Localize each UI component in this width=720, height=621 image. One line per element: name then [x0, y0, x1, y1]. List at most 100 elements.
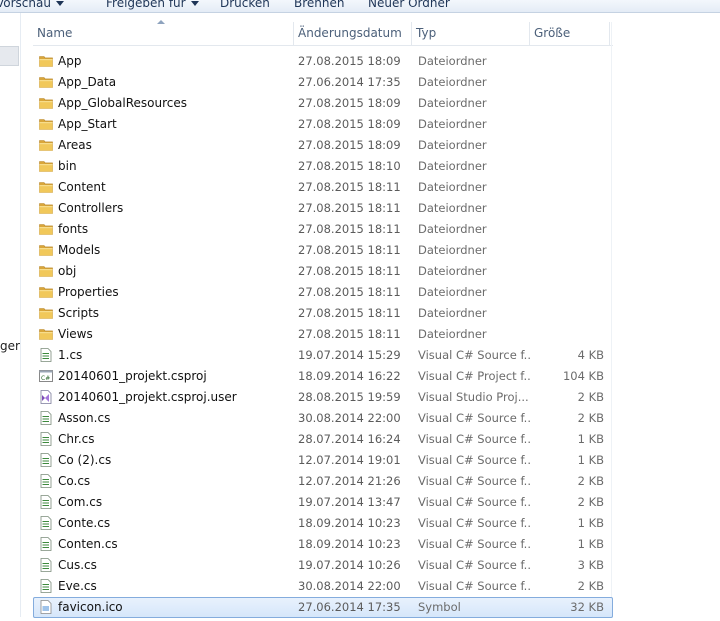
file-date: 27.08.2015 18:11: [298, 180, 401, 194]
file-row[interactable]: Content 27.08.2015 18:11 Dateiordner: [33, 177, 613, 198]
file-date: 27.08.2015 18:09: [298, 96, 401, 110]
file-size: 2 KB: [577, 579, 604, 593]
cs-file-icon: [39, 579, 53, 593]
csproj-file-icon: C#: [39, 369, 53, 383]
file-type: Dateiordner: [418, 264, 487, 278]
file-date: 19.07.2014 15:29: [298, 348, 401, 362]
file-row[interactable]: Scripts 27.08.2015 18:11 Dateiordner: [33, 303, 613, 324]
file-date: 28.07.2014 16:24: [298, 432, 401, 446]
file-row[interactable]: Conten.cs 18.09.2014 10:23 Visual C# Sourc…: [33, 534, 613, 555]
file-row[interactable]: App_Data 27.06.2014 17:35 Dateiordner: [33, 72, 613, 93]
file-row[interactable]: App 27.08.2015 18:09 Dateiordner: [33, 51, 613, 72]
file-size: 2 KB: [577, 495, 604, 509]
nav-selected-item[interactable]: [0, 46, 19, 66]
column-date[interactable]: Änderungsdatum: [294, 22, 412, 45]
file-date: 27.08.2015 18:11: [298, 264, 401, 278]
cs-file-icon: [39, 537, 53, 551]
file-name: bin: [58, 159, 77, 173]
file-date: 27.08.2015 18:11: [298, 306, 401, 320]
file-date: 27.08.2015 18:09: [298, 117, 401, 131]
file-name: Conte.cs: [58, 516, 111, 530]
file-type: Visual C# Source f...: [418, 579, 530, 593]
share-button[interactable]: Freigeben für: [106, 0, 199, 11]
file-row[interactable]: 1.cs 19.07.2014 15:29 Visual C# Source f..…: [33, 345, 613, 366]
file-date: 27.08.2015 18:11: [298, 243, 401, 257]
file-size: 104 KB: [562, 369, 604, 383]
file-row[interactable]: App_GlobalResources 27.08.2015 18:09 Datei…: [33, 93, 613, 114]
file-date: 28.08.2015 19:59: [298, 390, 401, 404]
file-type: Dateiordner: [418, 285, 487, 299]
column-size[interactable]: Größe: [530, 22, 610, 45]
file-row[interactable]: Co (2).cs 12.07.2014 19:01 Visual C# Sourc…: [33, 450, 613, 471]
file-type: Dateiordner: [418, 222, 487, 236]
file-type: Visual C# Source f...: [418, 495, 530, 509]
file-row[interactable]: Com.cs 19.07.2014 13:47 Visual C# Source f…: [33, 492, 613, 513]
file-size: 2 KB: [577, 474, 604, 488]
file-row[interactable]: Chr.cs 28.07.2014 16:24 Visual C# Source f…: [33, 429, 613, 450]
folder-icon: [39, 180, 53, 194]
file-name: 20140601_projekt.csproj.user: [58, 390, 237, 404]
file-date: 30.08.2014 22:00: [298, 411, 401, 425]
file-date: 27.08.2015 18:09: [298, 54, 401, 68]
column-type[interactable]: Typ: [412, 22, 530, 45]
command-bar: Vorschau Freigeben für Drucken Brennen N…: [0, 0, 720, 13]
file-row[interactable]: Asson.cs 30.08.2014 22:00 Visual C# Source…: [33, 408, 613, 429]
cs-file-icon: [39, 516, 53, 530]
folder-icon: [39, 222, 53, 236]
file-row[interactable]: favicon.ico 27.06.2014 17:35 Symbol 32 KB: [33, 597, 613, 618]
file-row[interactable]: C# 20140601_projekt.csproj 18.09.2014 16:2…: [33, 366, 613, 387]
file-row[interactable]: App_Start 27.08.2015 18:09 Dateiordner: [33, 114, 613, 135]
file-type: Dateiordner: [418, 327, 487, 341]
file-type: Visual C# Source f...: [418, 516, 530, 530]
preview-button[interactable]: Vorschau: [0, 0, 64, 11]
file-type: Visual C# Source f...: [418, 453, 530, 467]
file-name: App: [58, 54, 82, 68]
file-row[interactable]: fonts 27.08.2015 18:11 Dateiordner: [33, 219, 613, 240]
folder-icon: [39, 75, 53, 89]
print-button[interactable]: Drucken: [220, 0, 270, 11]
file-type: Visual C# Source f...: [418, 558, 530, 572]
file-type: Dateiordner: [418, 180, 487, 194]
file-row[interactable]: Models 27.08.2015 18:11 Dateiordner: [33, 240, 613, 261]
file-row[interactable]: obj 27.08.2015 18:11 Dateiordner: [33, 261, 613, 282]
file-name: fonts: [58, 222, 89, 236]
burn-button[interactable]: Brennen: [294, 0, 344, 11]
file-date: 19.07.2014 13:47: [298, 495, 401, 509]
column-name[interactable]: Name: [33, 22, 294, 45]
chevron-down-icon: [55, 1, 64, 6]
column-header: Name Änderungsdatum Typ Größe: [33, 20, 613, 46]
file-row[interactable]: bin 27.08.2015 18:10 Dateiordner: [33, 156, 613, 177]
file-size: 1 KB: [577, 516, 604, 530]
file-row[interactable]: Co.cs 12.07.2014 21:26 Visual C# Source f.…: [33, 471, 613, 492]
file-name: Models: [58, 243, 101, 257]
file-row[interactable]: Areas 27.08.2015 18:09 Dateiordner: [33, 135, 613, 156]
file-type: Visual Studio Proj...: [418, 390, 529, 404]
file-row[interactable]: Conte.cs 18.09.2014 10:23 Visual C# Source…: [33, 513, 613, 534]
file-type: Dateiordner: [418, 75, 487, 89]
file-size: 2 KB: [577, 411, 604, 425]
file-row[interactable]: Properties 27.08.2015 18:11 Dateiordner: [33, 282, 613, 303]
file-date: 19.07.2014 10:26: [298, 558, 401, 572]
file-date: 18.09.2014 10:23: [298, 537, 401, 551]
folder-icon: [39, 54, 53, 68]
navigation-pane: ger: [0, 13, 21, 617]
file-row[interactable]: Cus.cs 19.07.2014 10:26 Visual C# Source f…: [33, 555, 613, 576]
file-row[interactable]: Controllers 27.08.2015 18:11 Dateiordner: [33, 198, 613, 219]
file-date: 27.08.2015 18:11: [298, 222, 401, 236]
file-row[interactable]: Views 27.08.2015 18:11 Dateiordner: [33, 324, 613, 345]
file-date: 30.08.2014 22:00: [298, 579, 401, 593]
nav-item-label[interactable]: ger: [0, 339, 20, 353]
file-row[interactable]: 20140601_projekt.csproj.user 28.08.2015 1…: [33, 387, 613, 408]
file-size: 1 KB: [577, 453, 604, 467]
folder-icon: [39, 96, 53, 110]
file-date: 27.08.2015 18:11: [298, 201, 401, 215]
file-name: App_GlobalResources: [58, 96, 188, 110]
new-folder-button[interactable]: Neuer Ordner: [368, 0, 450, 11]
file-name: Cus.cs: [58, 558, 97, 572]
folder-icon: [39, 285, 53, 299]
file-type: Dateiordner: [418, 96, 487, 110]
folder-icon: [39, 243, 53, 257]
file-type: Visual C# Source f...: [418, 348, 530, 362]
file-row[interactable]: Eve.cs 30.08.2014 22:00 Visual C# Source f…: [33, 576, 613, 597]
folder-icon: [39, 117, 53, 131]
